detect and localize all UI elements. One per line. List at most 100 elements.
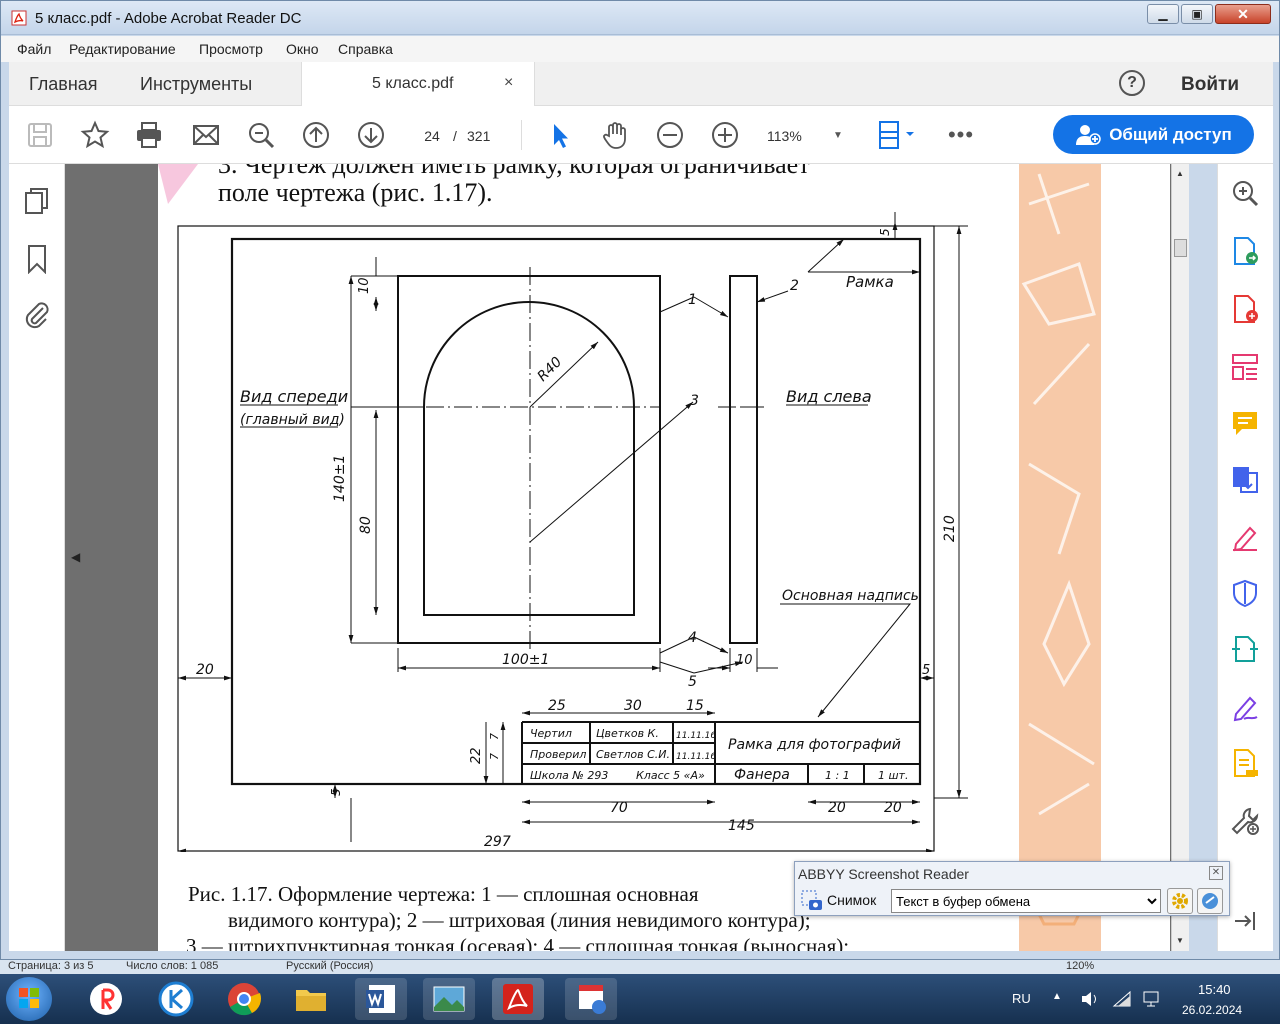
scroll-down-icon[interactable]: ▼: [1176, 936, 1184, 945]
word-page-status: Страница: 3 из 5: [8, 960, 94, 972]
maximize-button[interactable]: ▣: [1181, 4, 1213, 24]
menu-window[interactable]: Окно: [286, 41, 319, 57]
abbyy-mode-select[interactable]: Текст в буфер обмена: [891, 889, 1161, 913]
taskbar-chrome[interactable]: [218, 978, 270, 1020]
select-tool-button[interactable]: [543, 118, 577, 152]
minus-circle-icon: [657, 122, 683, 148]
arrow-down-circle-icon: [358, 122, 384, 148]
taskbar-explorer[interactable]: [285, 978, 337, 1020]
tray-language[interactable]: RU: [1012, 991, 1031, 1006]
stamp-drew: Чертил: [530, 727, 572, 740]
taskbar-photos[interactable]: [423, 978, 475, 1020]
close-button[interactable]: ✕: [1215, 4, 1271, 24]
tab-close-icon[interactable]: ×: [504, 74, 513, 92]
create-pdf-button[interactable]: [1230, 294, 1260, 329]
abbyy-snap-label: Снимок: [827, 892, 877, 908]
taskbar-word[interactable]: [355, 978, 407, 1020]
word-status-bar: Страница: 3 из 5 Число слов: 1 085 Русск…: [0, 960, 1280, 974]
email-button[interactable]: [189, 118, 223, 152]
document-viewer[interactable]: ◀ ▶ 3. Чертеж должен иметь рамку, котора…: [65, 164, 1189, 951]
protect-button[interactable]: [1230, 578, 1260, 613]
request-signature-button[interactable]: [1230, 692, 1260, 727]
prev-pane-arrow-icon[interactable]: ◀: [71, 550, 80, 564]
minimize-button[interactable]: ▁: [1147, 4, 1179, 24]
network-icon[interactable]: [1112, 990, 1134, 1008]
page-view-button[interactable]: [873, 118, 919, 152]
bookmarks-button[interactable]: [25, 244, 49, 279]
edit-pdf-button[interactable]: [1230, 352, 1260, 387]
more-icon: •••: [947, 122, 975, 147]
zoom-tool-button[interactable]: [1230, 178, 1260, 213]
abbyy-close-icon[interactable]: ✕: [1209, 866, 1223, 880]
tab-home[interactable]: Главная: [29, 74, 98, 95]
attachments-button[interactable]: [23, 300, 51, 335]
fill-sign-button[interactable]: [1230, 522, 1260, 557]
scroll-up-icon[interactable]: ▲: [1176, 169, 1184, 178]
help-icon[interactable]: ?: [1119, 70, 1145, 96]
combine-files-button[interactable]: [1230, 464, 1260, 499]
dim-10-side: 10: [736, 653, 753, 668]
tray-date[interactable]: 26.02.2024: [1182, 1003, 1242, 1017]
tray-time[interactable]: 15:40: [1198, 982, 1231, 997]
taskbar-acrobat[interactable]: [492, 978, 544, 1020]
login-button[interactable]: Войти: [1181, 74, 1239, 96]
tab-document-label: 5 класс.pdf: [372, 75, 454, 92]
dim-7a: 7: [488, 733, 501, 740]
page-total: 321: [467, 128, 491, 144]
collapse-pane-button[interactable]: [1232, 908, 1258, 939]
gear-icon: [1172, 893, 1188, 909]
zoom-out-button[interactable]: [653, 118, 687, 152]
next-page-button[interactable]: [354, 118, 388, 152]
save-button[interactable]: [23, 118, 57, 152]
page-number-input[interactable]: 24: [412, 124, 452, 148]
fit-page-icon: [879, 121, 914, 149]
collapse-right-icon: [1235, 912, 1255, 930]
abbyy-settings-button[interactable]: [1167, 888, 1193, 914]
monitor-icon[interactable]: [1142, 990, 1162, 1008]
leader-1: 1: [688, 292, 697, 308]
share-label: Общий доступ: [1109, 124, 1232, 144]
taskbar-yandex[interactable]: [80, 978, 132, 1020]
bookmark-star-button[interactable]: [78, 118, 112, 152]
comment-button[interactable]: [1230, 408, 1260, 443]
dim-5-top: 5: [878, 228, 892, 236]
taskbar-app-k[interactable]: [150, 978, 202, 1020]
thumbnails-button[interactable]: [23, 186, 51, 221]
zoom-in-button[interactable]: [708, 118, 742, 152]
tab-document[interactable]: 5 класс.pdf ×: [301, 62, 535, 106]
menu-file[interactable]: Файл: [17, 41, 51, 57]
send-review-button[interactable]: [1230, 634, 1260, 669]
start-button[interactable]: [6, 977, 52, 1021]
scroll-thumb[interactable]: [1174, 239, 1187, 257]
volume-icon[interactable]: [1080, 990, 1100, 1008]
share-button[interactable]: Общий доступ: [1053, 115, 1254, 154]
abbyy-capture-button[interactable]: [1197, 888, 1223, 914]
stamp-title: Рамка для фотографий: [728, 737, 901, 753]
stamp-button[interactable]: [1230, 748, 1260, 783]
tray-expand-icon[interactable]: ▲: [1052, 991, 1062, 1002]
menu-help[interactable]: Справка: [338, 41, 393, 57]
print-button[interactable]: [132, 118, 166, 152]
dim-145: 145: [728, 818, 755, 834]
taskbar-abbyy[interactable]: [565, 978, 617, 1020]
pages-icon: [25, 188, 48, 214]
more-tools-button[interactable]: •••: [944, 118, 978, 152]
zoom-select[interactable]: 113% ▼: [767, 124, 847, 148]
search-button[interactable]: [244, 118, 278, 152]
page-side-decoration: [1019, 164, 1101, 951]
tab-tools[interactable]: Инструменты: [140, 74, 252, 95]
zoom-icon: [1233, 181, 1259, 207]
camera-icon[interactable]: [801, 890, 823, 912]
hand-tool-button[interactable]: [598, 118, 632, 152]
menu-edit[interactable]: Редактирование: [69, 41, 176, 57]
vertical-scrollbar[interactable]: ▲ ▼: [1171, 164, 1189, 951]
more-tools-pane-button[interactable]: [1230, 806, 1260, 841]
prev-page-button[interactable]: [299, 118, 333, 152]
word-icon: [366, 985, 395, 1013]
export-pdf-button[interactable]: [1230, 236, 1260, 271]
wrench-icon: [1231, 807, 1259, 835]
menu-view[interactable]: Просмотр: [199, 41, 263, 57]
stamp-qty: 1 шт.: [878, 769, 908, 782]
dim-5-right: 5: [922, 663, 930, 678]
dim-5-bottom: 5: [329, 788, 343, 796]
